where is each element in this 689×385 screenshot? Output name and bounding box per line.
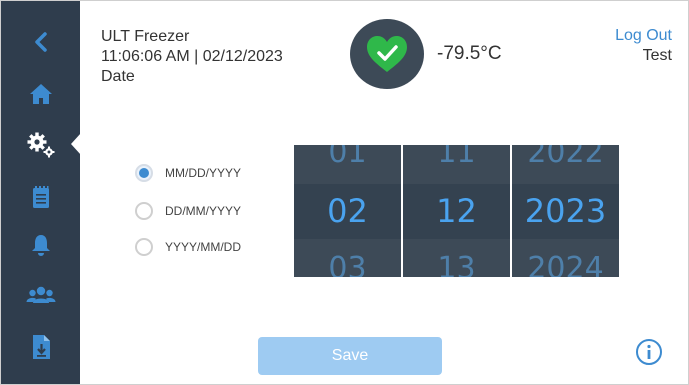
save-button[interactable]: Save: [258, 337, 442, 375]
current-time-date: 11:06:06 AM | 02/12/2023: [101, 48, 283, 65]
users-icon: [26, 286, 56, 303]
radio-dot: [139, 168, 149, 178]
temperature-readout: -79.5°C: [437, 43, 502, 64]
day-next-value[interactable]: 13: [403, 249, 510, 277]
sidebar-item-export[interactable]: [25, 331, 57, 363]
user-name: Test: [642, 47, 672, 64]
file-export-icon: [33, 335, 50, 359]
sidebar-item-users[interactable]: [25, 279, 57, 311]
radio-button[interactable]: [135, 202, 153, 220]
sidebar-item-alarms[interactable]: [25, 229, 57, 261]
radio-format-yyyymmdd[interactable]: YYYY/MM/DD: [135, 238, 241, 256]
year-next-value[interactable]: 2024: [512, 249, 619, 277]
active-indicator: [71, 133, 81, 155]
bell-icon: [32, 235, 50, 256]
app-name: ULT Freezer: [101, 28, 190, 45]
year-selected-value[interactable]: 2023: [512, 191, 619, 231]
radio-format-ddmmyyyy[interactable]: DD/MM/YYYY: [135, 202, 241, 220]
month-next-value[interactable]: 03: [294, 249, 401, 277]
year-picker-wheel[interactable]: 2022 2023 2024: [512, 145, 619, 277]
sidebar-item-settings[interactable]: [25, 129, 57, 161]
radio-label: MM/DD/YYYY: [165, 166, 242, 180]
logout-link[interactable]: Log Out: [615, 27, 672, 45]
day-prev-value[interactable]: 11: [403, 145, 510, 173]
sidebar-item-notes[interactable]: [25, 181, 57, 213]
sidebar-item-home[interactable]: [25, 78, 57, 110]
radio-format-mmddyyyy[interactable]: MM/DD/YYYY: [135, 164, 241, 182]
sidebar-item-back[interactable]: [25, 26, 57, 58]
month-picker-wheel[interactable]: 01 02 03: [294, 145, 401, 277]
home-icon: [30, 84, 52, 104]
notepad-icon: [33, 186, 49, 208]
day-picker-wheel[interactable]: 11 12 13: [403, 145, 510, 277]
settings-gears-icon: [27, 132, 55, 158]
info-icon: [636, 339, 662, 365]
day-selected-value[interactable]: 12: [403, 191, 510, 231]
month-prev-value[interactable]: 01: [294, 145, 401, 173]
back-arrow-icon: [35, 32, 47, 52]
radio-label: DD/MM/YYYY: [165, 204, 242, 218]
radio-button[interactable]: [135, 164, 153, 182]
status-indicator: [350, 19, 424, 89]
month-selected-value[interactable]: 02: [294, 191, 401, 231]
app-window: ULT Freezer 11:06:06 AM | 02/12/2023 Dat…: [0, 0, 689, 385]
radio-label: YYYY/MM/DD: [165, 240, 242, 254]
info-button[interactable]: [635, 338, 663, 366]
page-title: Date: [101, 68, 135, 85]
radio-button[interactable]: [135, 238, 153, 256]
sidebar-nav: [1, 1, 81, 384]
heart-check-icon: [367, 36, 407, 72]
year-prev-value[interactable]: 2022: [512, 145, 619, 173]
